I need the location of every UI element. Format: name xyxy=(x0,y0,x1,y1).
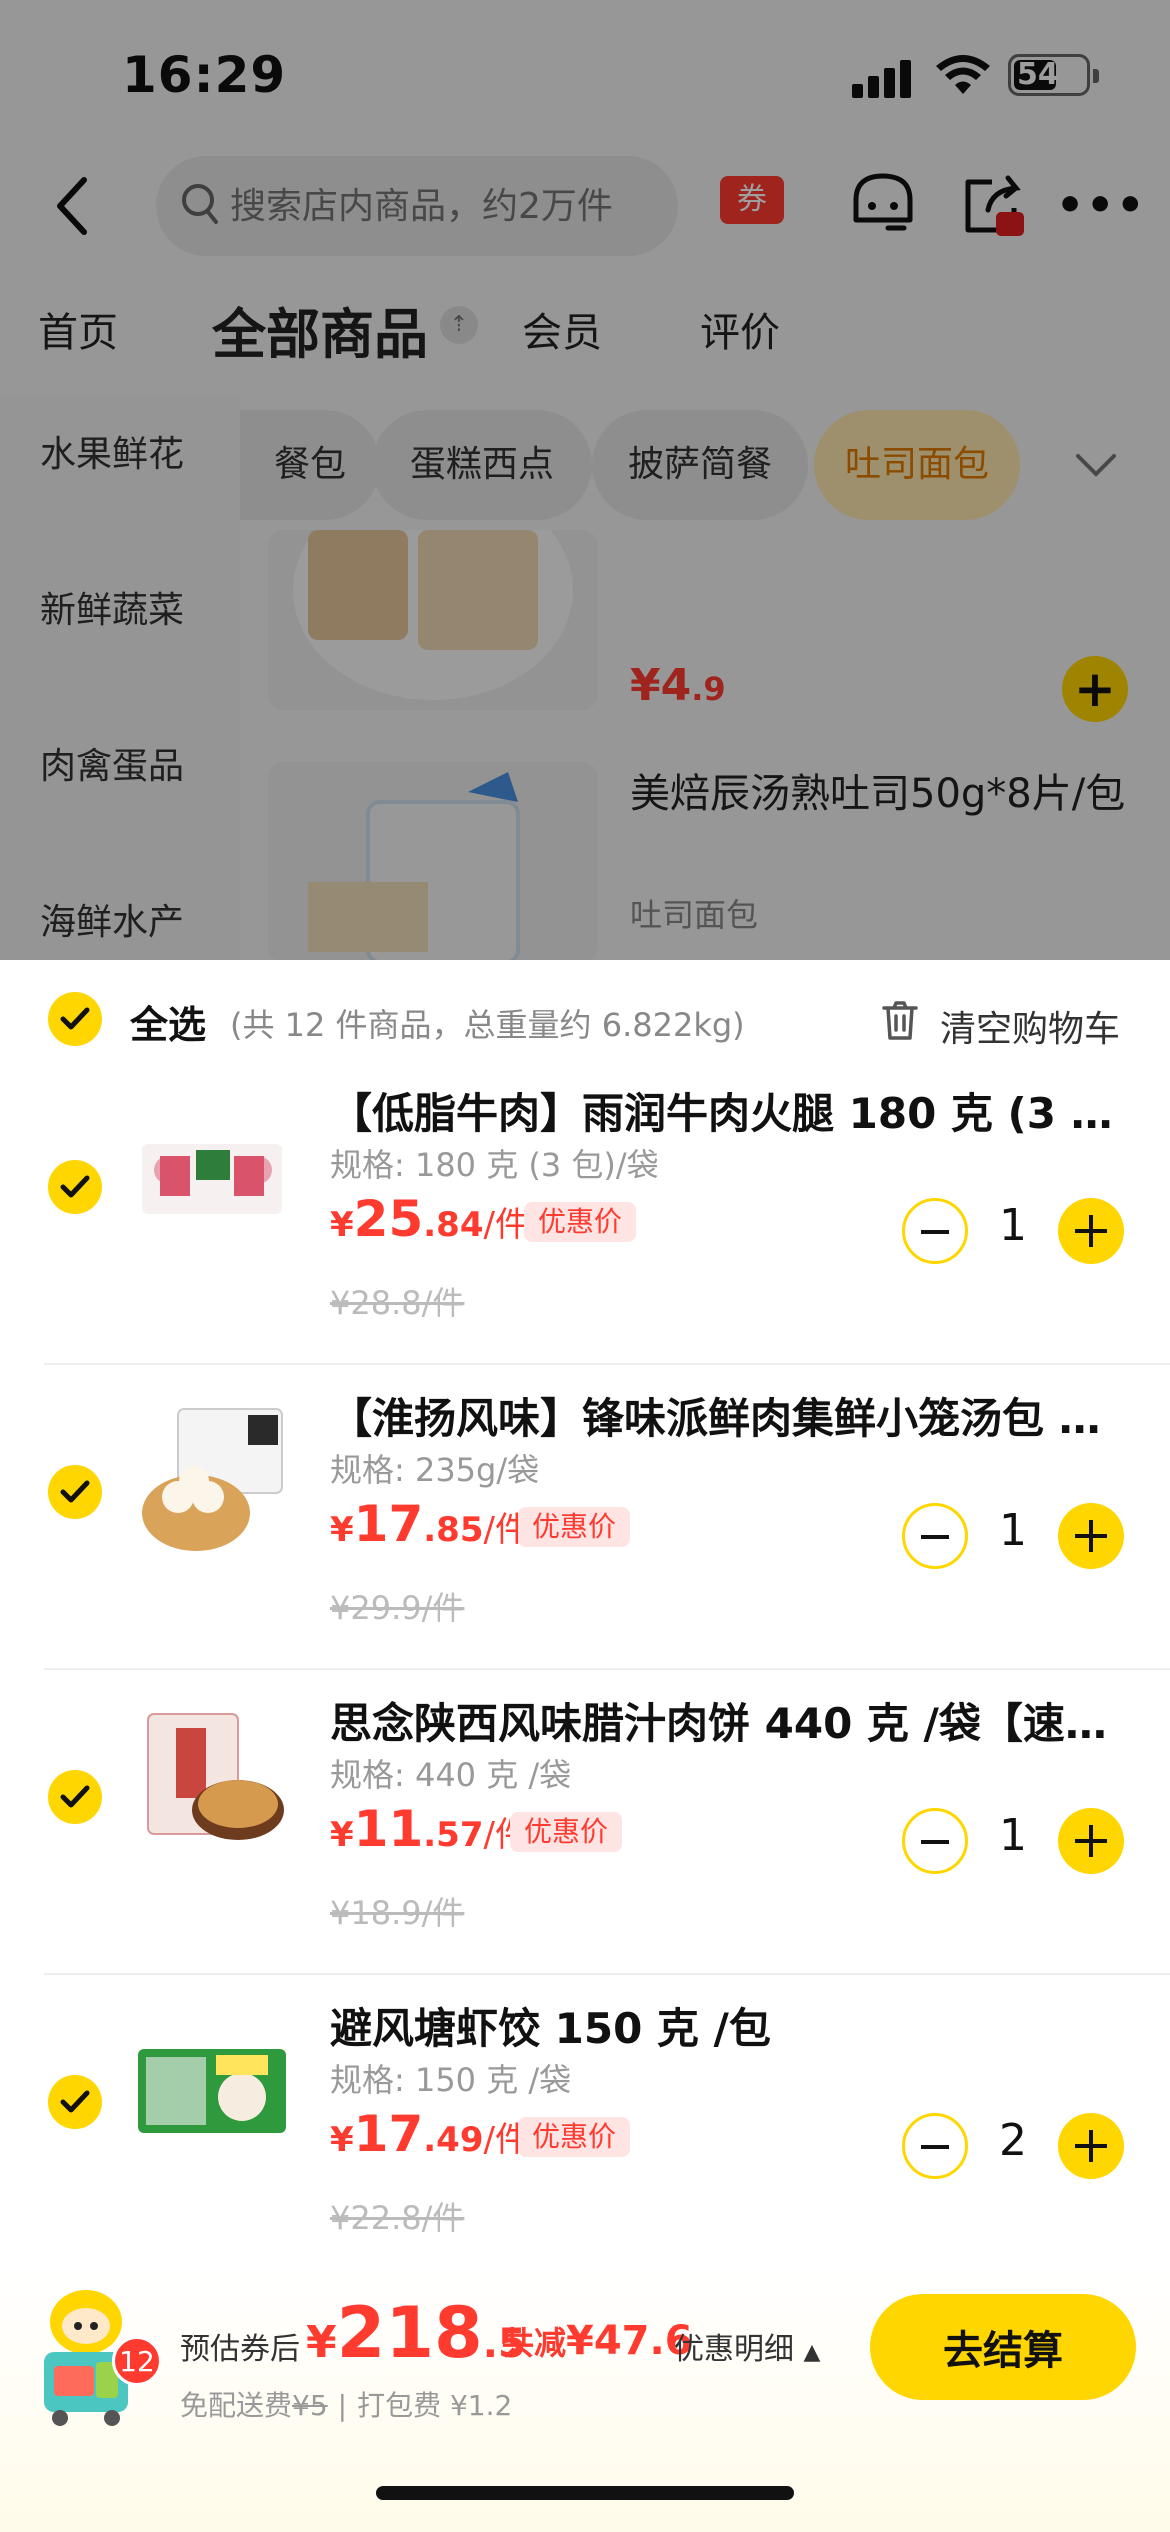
increase-quantity-button[interactable] xyxy=(1058,2113,1124,2179)
home-indicator[interactable] xyxy=(376,2486,794,2500)
saved-label: 共减 xyxy=(502,2324,567,2362)
quantity-value: 2 xyxy=(999,2115,1027,2166)
decrease-quantity-button[interactable] xyxy=(902,1198,968,1264)
checkmark-icon xyxy=(60,2090,90,2113)
cart-item: 【淮扬风味】锋味派鲜肉集鲜小笼汤包 235g/袋 规格: 235g/袋 ¥17.… xyxy=(0,1365,1170,1670)
item-name[interactable]: 【淮扬风味】锋味派鲜肉集鲜小笼汤包 235g/袋 xyxy=(330,1385,1120,1446)
quantity-value: 1 xyxy=(999,1200,1027,1251)
discount-badge: 优惠价 xyxy=(524,1202,637,1242)
increase-quantity-button[interactable] xyxy=(1058,1503,1124,1569)
price-int: 25 xyxy=(353,1190,424,1248)
original-price: ¥18.9/件 xyxy=(330,1894,465,1932)
increase-quantity-button[interactable] xyxy=(1058,1198,1124,1264)
delivery-fee: ¥5 xyxy=(292,2389,328,2422)
discount-badge: 优惠价 xyxy=(510,1812,623,1852)
product-thumbnail[interactable] xyxy=(138,1405,286,1553)
fee-row: 免配送费¥5 | 打包费 ¥1.2 xyxy=(180,2384,512,2424)
clear-cart-button[interactable]: 清空购物车 xyxy=(940,1000,1120,1052)
price-dec: .85 xyxy=(423,1510,484,1550)
original-price: ¥28.8/件 xyxy=(330,1284,465,1322)
free-delivery-label: 免配送费 xyxy=(180,2389,293,2422)
original-price: ¥29.9/件 xyxy=(330,1589,465,1627)
decrease-quantity-button[interactable] xyxy=(902,1503,968,1569)
checkmark-icon xyxy=(60,1785,90,1808)
price-yen: ¥ xyxy=(330,1815,354,1855)
price-yen: ¥ xyxy=(330,1205,354,1245)
price-int: 17 xyxy=(353,2105,424,2163)
packing-fee: 打包费 ¥1.2 xyxy=(357,2389,513,2422)
dim-overlay[interactable] xyxy=(0,0,1170,960)
price-int: 11 xyxy=(353,1800,424,1858)
price-dec: .84 xyxy=(423,1205,484,1245)
item-price: ¥25.84/件 xyxy=(330,1190,529,1248)
product-thumbnail[interactable] xyxy=(138,2015,286,2163)
checkout-button[interactable]: 去结算 xyxy=(870,2294,1136,2400)
decrease-quantity-button[interactable] xyxy=(902,2113,968,2179)
item-checkbox[interactable] xyxy=(48,1160,102,1214)
discount-detail-label: 优惠明细 xyxy=(674,2332,794,2367)
decrease-quantity-button[interactable] xyxy=(902,1808,968,1874)
price-unit: /件 xyxy=(483,1205,529,1245)
cart-item: 【低脂牛肉】雨润牛肉火腿 180 克 (3 包)/袋 规格: 180 克 (3 … xyxy=(0,1060,1170,1365)
trash-icon[interactable] xyxy=(880,1000,920,1042)
product-thumbnail[interactable] xyxy=(138,1710,286,1858)
checkmark-icon xyxy=(60,1007,90,1030)
cart-count-badge: 12 xyxy=(112,2336,162,2386)
item-price: ¥11.57/件 xyxy=(330,1800,529,1858)
item-spec: 规格: 180 克 (3 包)/袋 xyxy=(330,1146,659,1184)
price-int: 17 xyxy=(353,1495,424,1553)
increase-quantity-button[interactable] xyxy=(1058,1808,1124,1874)
price-yen: ¥ xyxy=(306,2317,337,2368)
select-all-label[interactable]: 全选 xyxy=(130,994,206,1049)
item-name[interactable]: 思念陕西风味腊汁肉饼 440 克 /袋【速冻】 xyxy=(330,1690,1120,1751)
item-price: ¥17.49/件 xyxy=(330,2105,529,2163)
checkmark-icon xyxy=(60,1175,90,1198)
checkmark-icon xyxy=(60,1480,90,1503)
cart-item: 思念陕西风味腊汁肉饼 440 克 /袋【速冻】 规格: 440 克 /袋 ¥11… xyxy=(0,1670,1170,1975)
item-spec: 规格: 440 克 /袋 xyxy=(330,1756,572,1794)
product-thumbnail[interactable] xyxy=(138,1100,286,1248)
item-name[interactable]: 【低脂牛肉】雨润牛肉火腿 180 克 (3 包)/袋 xyxy=(330,1080,1120,1141)
discount-badge: 优惠价 xyxy=(518,2117,631,2157)
item-checkbox[interactable] xyxy=(48,1465,102,1519)
item-name[interactable]: 避风塘虾饺 150 克 /包 xyxy=(330,1995,1120,2056)
price-yen: ¥ xyxy=(330,1510,354,1550)
chevron-up-icon: ▲ xyxy=(803,2340,821,2365)
saved-amount: 共减¥47.6 xyxy=(502,2318,693,2364)
item-checkbox[interactable] xyxy=(48,1770,102,1824)
original-price: ¥22.8/件 xyxy=(330,2199,465,2237)
cart-item: 避风塘虾饺 150 克 /包 规格: 150 克 /袋 ¥17.49/件 优惠价… xyxy=(0,1975,1170,2280)
item-checkbox[interactable] xyxy=(48,2075,102,2129)
cart-summary: (共 12 件商品，总重量约 6.822kg) xyxy=(230,1006,745,1044)
discount-detail-link[interactable]: 优惠明细 ▲ xyxy=(674,2324,820,2368)
item-spec: 规格: 235g/袋 xyxy=(330,1451,540,1489)
item-price: ¥17.85/件 xyxy=(330,1495,529,1553)
price-dec: .49 xyxy=(423,2120,484,2160)
discount-badge: 优惠价 xyxy=(518,1507,631,1547)
price-int: 218 xyxy=(336,2292,483,2374)
separator: | xyxy=(337,2389,348,2422)
estimate-label: 预估券后 xyxy=(180,2332,300,2367)
quantity-value: 1 xyxy=(999,1810,1027,1861)
price-yen: ¥ xyxy=(330,2120,354,2160)
price-dec: .57 xyxy=(423,1815,484,1855)
select-all-checkbox[interactable] xyxy=(48,992,102,1046)
item-spec: 规格: 150 克 /袋 xyxy=(330,2061,572,2099)
quantity-value: 1 xyxy=(999,1505,1027,1556)
total-price: ¥218.5 xyxy=(306,2292,526,2374)
